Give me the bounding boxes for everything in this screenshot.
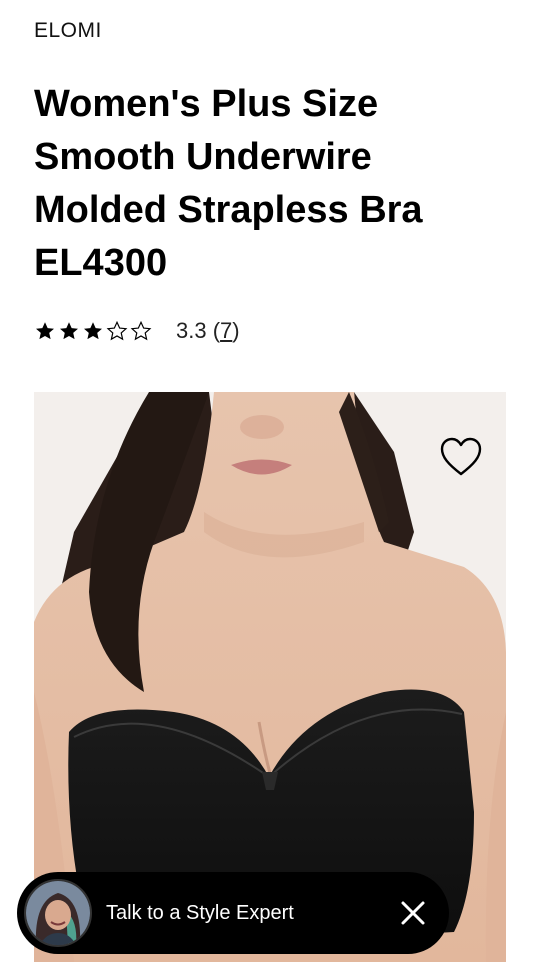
close-chat-button[interactable] [395, 895, 431, 931]
product-page: ELOMI Women's Plus Size Smooth Underwire… [0, 0, 540, 962]
star-outline-icon [106, 320, 128, 341]
close-x-icon [401, 901, 425, 925]
style-expert-avatar [24, 879, 92, 947]
brand-link[interactable]: ELOMI [34, 19, 102, 43]
rating-close-paren: ) [232, 318, 240, 343]
avatar-photo [26, 881, 90, 945]
star-filled-icon [36, 322, 54, 340]
style-expert-chat-bar[interactable]: Talk to a Style Expert [17, 872, 449, 954]
style-expert-label: Talk to a Style Expert [106, 901, 294, 924]
wishlist-button[interactable] [438, 436, 484, 478]
star-outline-icon [130, 320, 152, 341]
star-rating [34, 320, 152, 342]
rating-summary[interactable]: 3.3 (7) [34, 316, 240, 346]
rating-value: 3.3 [176, 318, 207, 343]
rating-open-paren: ( [206, 318, 221, 343]
review-count-link[interactable]: 7 [220, 318, 232, 343]
rating-text: 3.3 (7) [176, 318, 240, 344]
star-filled-icon [60, 322, 78, 340]
star-filled-icon [84, 322, 102, 340]
product-title: Women's Plus Size Smooth Underwire Molde… [34, 83, 423, 284]
heart-outline-icon [440, 437, 482, 476]
